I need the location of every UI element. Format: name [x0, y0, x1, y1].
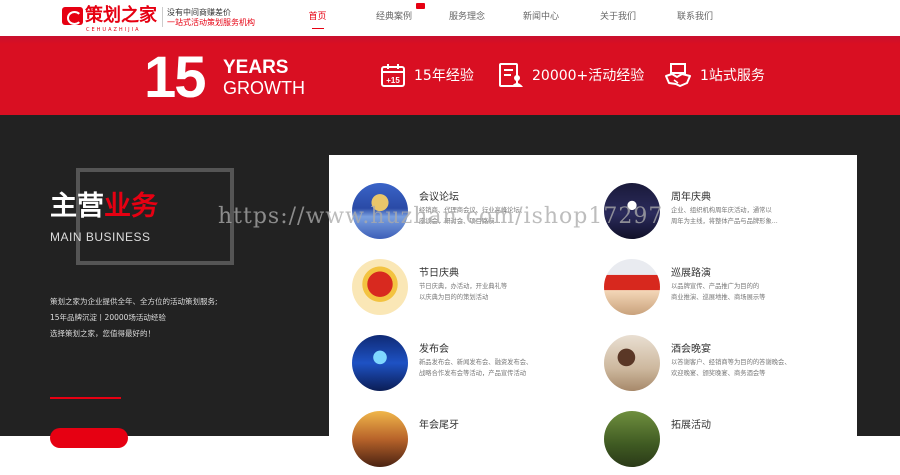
main-nav: 首页 经典案例 服务理念 新闻中心 关于我们 联系我们 [296, 0, 751, 36]
service-item-annual[interactable]: 年会尾牙 [352, 411, 592, 475]
service-desc-line: 以庆典为目的的策划活动 [419, 294, 489, 301]
service-desc: 以品牌宣传、产品推广为目的的 商业推演、巡展地推、商场展示等 [671, 281, 765, 303]
nav-item-news[interactable]: 新闻中心 [485, 0, 597, 36]
service-title: 拓展活动 [671, 420, 711, 431]
roadshow-photo [604, 259, 660, 315]
red-divider [50, 397, 121, 399]
service-desc: 节日庆典，办活动，开业典礼等 以庆典为目的的策划活动 [419, 281, 507, 303]
service-item-outdoor[interactable]: 拓展活动 [604, 411, 844, 475]
intro-line-3: 选择策划之家，您值得最好的！ [50, 329, 155, 338]
service-title: 发布会 [419, 344, 449, 355]
logo-divider [162, 7, 163, 27]
banner-top-fade [0, 36, 900, 44]
service-desc: 企业、组织机构周年庆活动，通常以 周年为主线，将整体产品与品牌形象... [671, 205, 778, 227]
service-title: 会议论坛 [419, 192, 459, 203]
years-label: YEARS [223, 57, 289, 78]
service-desc: 以答谢客户、经销商等为目的的答谢晚会、 欢迎晚宴、颁奖晚宴、商务酒会等 [671, 357, 791, 379]
banquet-photo [604, 335, 660, 391]
nav-item-cases-label: 经典案例 [375, 12, 412, 22]
intro-line-1: 策划之家为企业提供全年、全方位的活动策划服务; [50, 297, 218, 306]
service-title: 巡展路演 [671, 268, 711, 279]
stat-experience: +15 15年经验 [380, 62, 474, 88]
service-desc-line: 以答谢客户、经销商等为目的的答谢晚会、 [671, 359, 791, 366]
service-desc-line: 新品发布会、新闻发布会、融资发布会、 [419, 359, 533, 366]
handshake-icon [665, 63, 691, 87]
calendar-plus-icon: +15 [381, 64, 405, 87]
service-desc-line: 商业推演、巡展地推、商场展示等 [671, 294, 766, 301]
service-item-roadshow[interactable]: 巡展路演 以品牌宣传、产品推广为目的的 商业推演、巡展地推、商场展示等 [604, 259, 844, 323]
service-title: 年会尾牙 [419, 420, 459, 431]
profile-document-icon [499, 63, 523, 87]
main-business-section: 主营业务 MAIN BUSINESS 策划之家为企业提供全年、全方位的活动策划服… [0, 115, 900, 467]
outdoor-photo [604, 411, 660, 467]
logo[interactable]: 策划之家 CEHUAZHIJIA 没有中间商赚差价 一站式活动策划服务机构 [62, 5, 255, 33]
stat-events: 20000+活动经验 [498, 62, 644, 88]
stat-service-label: 1站式服务 [700, 68, 765, 84]
nav-item-home[interactable]: 首页 [296, 0, 339, 36]
service-desc-line: 欢迎晚宴、颁奖晚宴、商务酒会等 [671, 370, 766, 377]
service-desc: 新品发布会、新闻发布会、融资发布会、 战略合作发布会等活动，产品宣传活动 [419, 357, 532, 379]
service-title: 周年庆典 [671, 192, 711, 203]
main-title-red: 业务 [104, 191, 158, 222]
logo-mark-icon [62, 7, 83, 25]
nav-item-contact[interactable]: 联系我们 [639, 0, 751, 36]
growth-label: GROWTH [223, 78, 305, 98]
service-desc-line: 企业、组织机构周年庆活动，通常以 [671, 207, 772, 214]
stat-service: 1站式服务 [664, 62, 765, 88]
tagline-line-2: 一站式活动策划服务机构 [167, 18, 255, 27]
watermark-url: https://www.huzhan.com/ishop17297 [218, 204, 664, 229]
logo-pinyin: CEHUAZHIJIA [86, 27, 141, 33]
service-item-festival[interactable]: 节日庆典 节日庆典，办活动，开业典礼等 以庆典为目的的策划活动 [352, 259, 592, 323]
service-item-launch[interactable]: 发布会 新品发布会、新闻发布会、融资发布会、 战略合作发布会等活动，产品宣传活动 [352, 335, 592, 399]
logo-tagline: 没有中间商赚差价 一站式活动策划服务机构 [167, 8, 255, 28]
annual-photo [352, 411, 408, 467]
growth-banner: 15 YEARS GROWTH +15 15年经验 20000+活动经验 1站式… [0, 36, 900, 115]
nav-item-about[interactable]: 关于我们 [597, 0, 639, 36]
service-title: 节日庆典 [419, 268, 459, 279]
tagline-line-1: 没有中间商赚差价 [167, 8, 231, 17]
stat-experience-label: 15年经验 [414, 68, 474, 84]
main-title-white: 主营 [50, 191, 104, 222]
nav-item-service-concept[interactable]: 服务理念 [449, 0, 485, 36]
svg-text:+15: +15 [386, 76, 400, 85]
years-number: 15 [144, 45, 206, 110]
intro-line-2: 15年品牌沉淀丨20000场活动经验 [50, 313, 166, 322]
service-desc-line: 节日庆典，办活动，开业典礼等 [419, 283, 508, 290]
site-header: 策划之家 CEHUAZHIJIA 没有中间商赚差价 一站式活动策划服务机构 首页… [0, 0, 900, 36]
service-desc-line: 战略合作发布会等活动，产品宣传活动 [419, 370, 527, 377]
festival-photo [352, 259, 408, 315]
service-item-banquet[interactable]: 酒会晚宴 以答谢客户、经销商等为目的的答谢晚会、 欢迎晚宴、颁奖晚宴、商务酒会等 [604, 335, 844, 399]
hot-badge [416, 3, 425, 9]
more-button[interactable] [50, 428, 128, 448]
launch-photo [352, 335, 408, 391]
service-title: 酒会晚宴 [671, 344, 711, 355]
services-card: 会议论坛 经销商、代理商会议、行业高峰论坛、 座谈会、研讨会、项目路演... 节日… [329, 155, 857, 467]
service-desc-line: 以品牌宣传、产品推广为目的的 [671, 283, 760, 290]
main-business-subtitle: MAIN BUSINESS [50, 230, 151, 244]
main-business-title: 主营业务 [50, 190, 158, 224]
logo-name: 策划之家 [85, 5, 157, 26]
service-desc-line: 周年为主线，将整体产品与品牌形象... [671, 218, 778, 225]
nav-item-cases[interactable]: 经典案例 [339, 0, 449, 36]
intro-text: 策划之家为企业提供全年、全方位的活动策划服务; 15年品牌沉淀丨20000场活动… [50, 294, 218, 342]
stat-events-label: 20000+活动经验 [532, 68, 645, 84]
